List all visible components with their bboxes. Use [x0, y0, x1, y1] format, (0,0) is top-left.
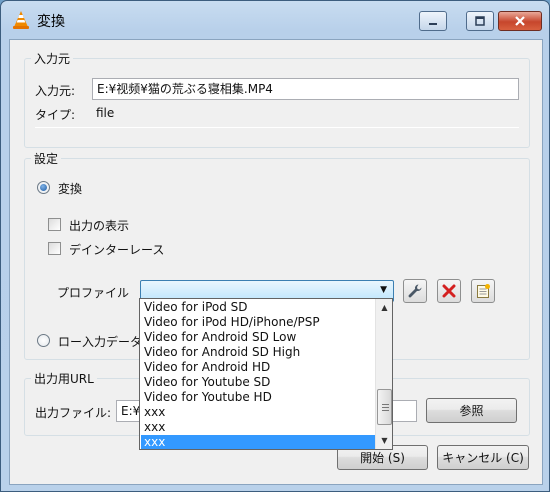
maximize-button[interactable]: [466, 11, 494, 31]
source-input-field[interactable]: E:¥视频¥猫の荒ぶる寝相集.MP4: [92, 78, 519, 100]
convert-dialog: 変換 入力元 入力元: E:¥视频¥猫の荒ぶる寝相集.MP4 タイプ: file…: [0, 0, 550, 492]
title-bar[interactable]: 変換: [1, 1, 549, 39]
deinterlace-checkbox[interactable]: [48, 242, 61, 255]
source-input-label: 入力元:: [35, 84, 76, 98]
dropdown-item[interactable]: Video for Android HD: [141, 360, 375, 375]
browse-button[interactable]: 参照: [426, 398, 517, 423]
dropdown-item[interactable]: xxx: [141, 420, 375, 435]
new-profile-icon: [477, 284, 490, 298]
minimize-button[interactable]: [419, 11, 447, 31]
scrollbar-thumb[interactable]: [377, 389, 392, 425]
destination-group-label: 出力用URL: [31, 370, 97, 387]
close-button[interactable]: [498, 11, 542, 31]
raw-dump-label[interactable]: ロー入力データ: [58, 333, 142, 350]
chevron-down-icon: ▼: [380, 285, 387, 295]
scroll-up-icon[interactable]: ▲: [376, 299, 392, 316]
dropdown-item[interactable]: Video for Android SD High: [141, 345, 375, 360]
dropdown-scrollbar[interactable]: ▲ ▼: [375, 299, 392, 449]
display-output-checkbox[interactable]: [48, 218, 61, 231]
type-label: タイプ:: [35, 108, 76, 122]
delete-profile-button[interactable]: [437, 279, 461, 303]
scroll-down-icon[interactable]: ▼: [376, 432, 392, 449]
convert-radio-label[interactable]: 変換: [58, 180, 82, 197]
cancel-button-label: キャンセル (C): [442, 451, 524, 465]
convert-radio[interactable]: [37, 181, 50, 194]
grip-line: [382, 410, 389, 411]
maximize-icon: [475, 16, 485, 26]
close-icon: [515, 16, 525, 26]
dropdown-item[interactable]: xxx: [141, 405, 375, 420]
grip-line: [382, 404, 389, 405]
new-profile-button[interactable]: [471, 279, 495, 303]
grip-line: [382, 407, 389, 408]
dropdown-item[interactable]: Video for Youtube SD: [141, 375, 375, 390]
window-title: 変換: [37, 14, 65, 30]
source-group-label: 入力元: [31, 50, 74, 67]
browse-button-label: 参照: [459, 404, 484, 418]
start-button-label: 開始 (S): [360, 451, 405, 465]
settings-group-label: 設定: [31, 150, 62, 167]
dropdown-item[interactable]: Video for Android SD Low: [141, 330, 375, 345]
dropdown-item-selected[interactable]: xxx: [141, 435, 375, 449]
wrench-icon: [408, 284, 422, 298]
display-output-label[interactable]: 出力の表示: [69, 217, 129, 234]
source-group: 入力元 入力元: E:¥视频¥猫の荒ぶる寝相集.MP4 タイプ: file: [24, 50, 530, 148]
minimize-icon: [429, 23, 437, 25]
profile-label: プロファイル: [57, 286, 130, 300]
type-value: file: [96, 106, 115, 120]
edit-profile-button[interactable]: [403, 279, 427, 303]
dropdown-item[interactable]: Video for iPod SD: [141, 300, 375, 315]
profile-dropdown-list[interactable]: Video for iPod SD Video for iPod HD/iPho…: [139, 298, 393, 450]
vlc-cone-icon: [13, 11, 29, 29]
dropdown-item[interactable]: Video for iPod HD/iPhone/PSP: [141, 315, 375, 330]
output-file-label: 出力ファイル:: [35, 406, 112, 420]
delete-icon: [442, 284, 456, 298]
dropdown-item[interactable]: Video for Youtube HD: [141, 390, 375, 405]
deinterlace-label[interactable]: デインターレース: [69, 241, 164, 258]
source-separator: [35, 127, 519, 128]
raw-dump-radio[interactable]: [37, 334, 50, 347]
cancel-button[interactable]: キャンセル (C): [437, 445, 529, 470]
